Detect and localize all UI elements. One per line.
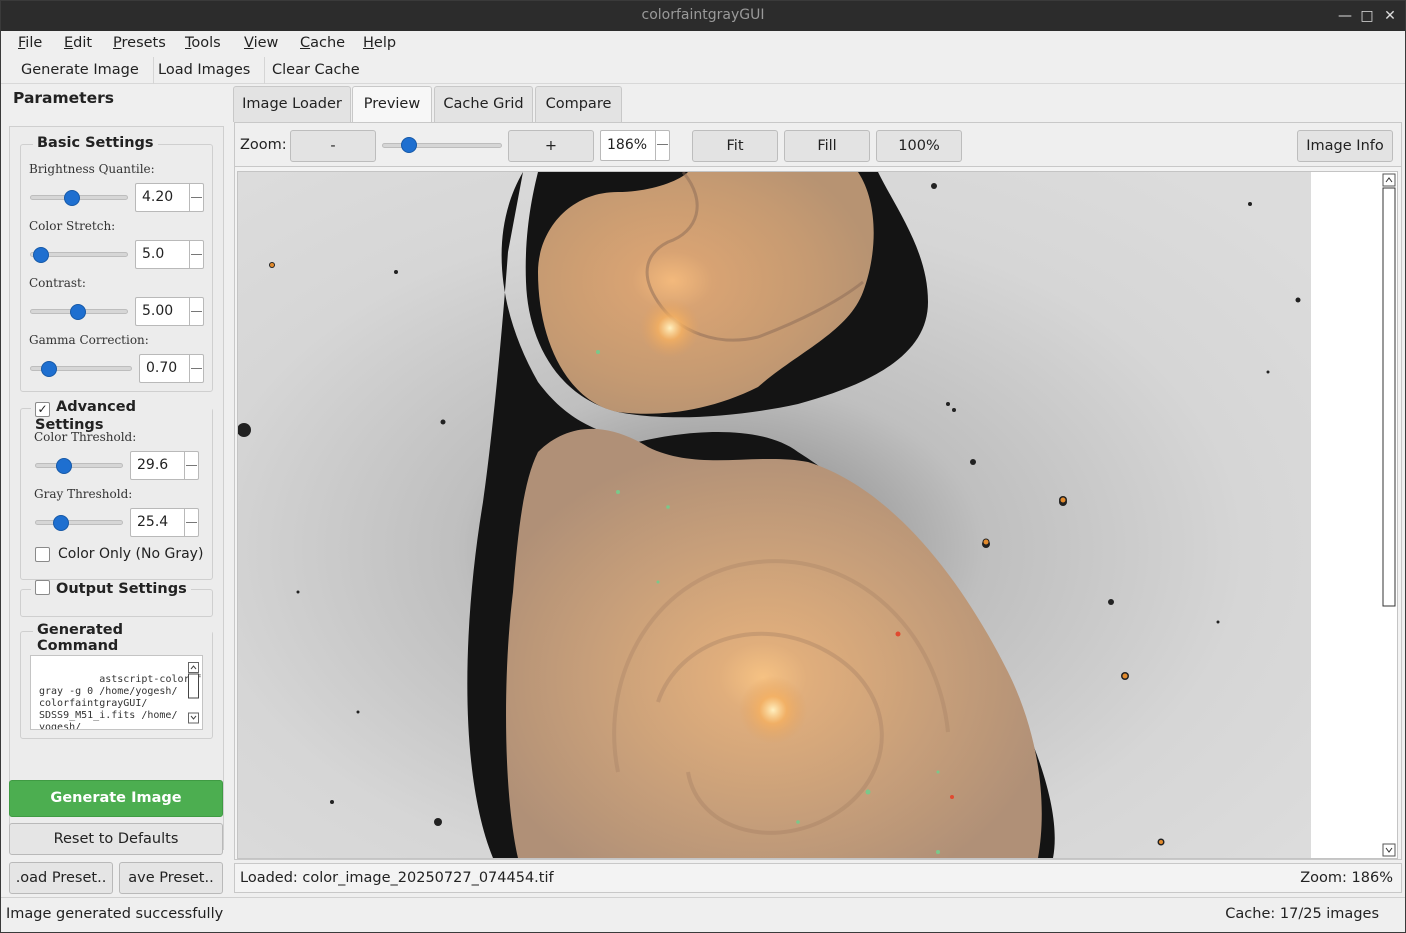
brightness-label: Brightness Quantile:	[29, 162, 155, 176]
output-settings-checkbox[interactable]	[35, 580, 50, 595]
maximize-icon[interactable]: □	[1356, 1, 1378, 31]
brightness-spinbox[interactable]: 4.20	[135, 183, 204, 212]
color-threshold-slider-handle[interactable]	[56, 458, 72, 474]
generated-command-title: Generated Command	[33, 622, 212, 654]
output-settings-title: Output Settings	[31, 580, 191, 597]
toolbar-load-button[interactable]: Load Images	[144, 57, 266, 84]
zoom-in-button[interactable]: +	[508, 130, 594, 162]
spin-arrows-icon[interactable]	[189, 241, 203, 268]
color-stretch-label: Color Stretch:	[29, 219, 116, 233]
toolbar: Generate Image Load Images Clear Cache	[1, 57, 1405, 84]
gamma-label: Gamma Correction:	[29, 333, 149, 347]
window-title: colorfaintgrayGUI	[641, 7, 765, 23]
loaded-file-text: Loaded: color_image_20250727_074454.tif	[240, 870, 554, 886]
brightness-slider-handle[interactable]	[64, 190, 80, 206]
gamma-slider-handle[interactable]	[41, 361, 57, 377]
output-settings-group: Output Settings	[20, 580, 213, 617]
spin-arrows-icon[interactable]	[189, 298, 203, 325]
spin-arrows-icon[interactable]	[189, 184, 203, 211]
spin-arrows-icon[interactable]	[184, 452, 198, 479]
image-info-button[interactable]: Image Info	[1297, 130, 1393, 162]
menu-view[interactable]: View	[244, 35, 278, 51]
zoom-out-button[interactable]: -	[290, 130, 376, 162]
spin-arrows-icon[interactable]	[655, 131, 669, 160]
contrast-spinbox[interactable]: 5.00	[135, 297, 204, 326]
contrast-slider-handle[interactable]	[70, 304, 86, 320]
zoom-slider-handle[interactable]	[401, 137, 417, 153]
color-stretch-spinbox[interactable]: 5.0	[135, 240, 204, 269]
menu-bar: File Edit Presets Tools View Cache Help	[1, 31, 1405, 57]
color-threshold-slider[interactable]	[35, 463, 123, 468]
gray-threshold-slider-handle[interactable]	[53, 515, 69, 531]
zoom-label: Zoom:	[240, 137, 287, 153]
advanced-settings-label: Advanced Settings	[35, 399, 136, 433]
spin-arrows-icon[interactable]	[184, 509, 198, 536]
fit-button[interactable]: Fit	[692, 130, 778, 162]
command-scrollbar[interactable]	[188, 662, 199, 724]
color-only-checkbox[interactable]	[35, 547, 50, 562]
color-only-label: Color Only (No Gray)	[58, 546, 204, 562]
save-preset-button[interactable]: ave Preset..	[119, 862, 223, 894]
zoom-spinbox[interactable]: 186%	[600, 130, 670, 161]
advanced-settings-checkbox[interactable]: ✓	[35, 402, 50, 417]
menu-file[interactable]: File	[18, 35, 42, 51]
zoom-status-text: Zoom: 186%	[1300, 870, 1393, 886]
menu-cache[interactable]: Cache	[300, 35, 345, 51]
menu-presets[interactable]: Presets	[113, 35, 166, 51]
color-threshold-spinbox[interactable]: 29.6	[130, 451, 199, 480]
parameters-scroll-area[interactable]: Basic Settings Brightness Quantile: 4.20…	[9, 126, 224, 850]
tab-image-loader[interactable]: Image Loader	[233, 86, 351, 122]
image-viewer[interactable]	[237, 171, 1398, 859]
basic-settings-title: Basic Settings	[33, 135, 158, 151]
contrast-label: Contrast:	[29, 276, 86, 290]
close-icon[interactable]: ✕	[1379, 1, 1401, 31]
zoom-slider[interactable]	[382, 143, 502, 148]
menu-tools[interactable]: Tools	[185, 35, 221, 51]
gray-threshold-label: Gray Threshold:	[34, 487, 133, 501]
app-window: colorfaintgrayGUI — □ ✕ File Edit Preset…	[0, 0, 1406, 933]
color-threshold-label: Color Threshold:	[34, 430, 137, 444]
gamma-spinbox[interactable]: 0.70	[139, 354, 204, 383]
status-message: Image generated successfully	[6, 906, 224, 922]
parameters-heading: Parameters	[13, 89, 114, 107]
tab-preview[interactable]: Preview	[352, 86, 432, 123]
main-panel: Image Loader Preview Cache Grid Compare …	[231, 85, 1405, 895]
spin-arrows-icon[interactable]	[189, 355, 203, 382]
minimize-icon[interactable]: —	[1334, 1, 1356, 31]
load-preset-button[interactable]: .oad Preset..	[9, 862, 113, 894]
viewer-vertical-scrollbar[interactable]	[1381, 172, 1397, 858]
status-bar: Image generated successfully Cache: 17/2…	[1, 897, 1405, 932]
title-bar: colorfaintgrayGUI — □ ✕	[1, 1, 1405, 31]
gray-threshold-spinbox[interactable]: 25.4	[130, 508, 199, 537]
color-stretch-slider-handle[interactable]	[33, 247, 49, 263]
command-text-content: astscript-color-faint- gray -g 0 /home/y…	[39, 674, 202, 730]
generate-image-button[interactable]: Generate Image	[9, 780, 223, 817]
fill-button[interactable]: Fill	[784, 130, 870, 162]
basic-settings-group: Basic Settings Brightness Quantile: 4.20…	[20, 135, 213, 392]
zoom-toolbar: Zoom: - + 186% Fit Fill 100% Image Info	[235, 123, 1401, 167]
menu-edit[interactable]: Edit	[64, 35, 92, 51]
command-text[interactable]: astscript-color-faint- gray -g 0 /home/y…	[30, 655, 203, 730]
toolbar-clear-cache-button[interactable]: Clear Cache	[258, 57, 374, 84]
zoom-100-button[interactable]: 100%	[876, 130, 962, 162]
menu-help[interactable]: Help	[363, 35, 396, 51]
cache-status: Cache: 17/25 images	[1225, 906, 1379, 922]
advanced-settings-title: ✓ Advanced Settings	[31, 399, 212, 433]
output-settings-label: Output Settings	[56, 581, 187, 597]
advanced-settings-group: ✓ Advanced Settings Color Threshold: 29.6…	[20, 399, 213, 580]
galaxy-preview-image	[238, 172, 1311, 858]
preview-panel: Zoom: - + 186% Fit Fill 100% Image Info	[234, 122, 1402, 860]
tab-compare[interactable]: Compare	[535, 86, 622, 122]
parameters-panel: Parameters Basic Settings Brightness Qua…	[1, 85, 231, 895]
reset-defaults-button[interactable]: Reset to Defaults	[9, 823, 223, 855]
toolbar-generate-button[interactable]: Generate Image	[7, 57, 154, 84]
tab-cache-grid[interactable]: Cache Grid	[434, 86, 533, 122]
generated-command-group: Generated Command astscript-color-faint-…	[20, 622, 213, 739]
gray-threshold-slider[interactable]	[35, 520, 123, 525]
preview-status-bar: Loaded: color_image_20250727_074454.tif …	[234, 863, 1402, 893]
